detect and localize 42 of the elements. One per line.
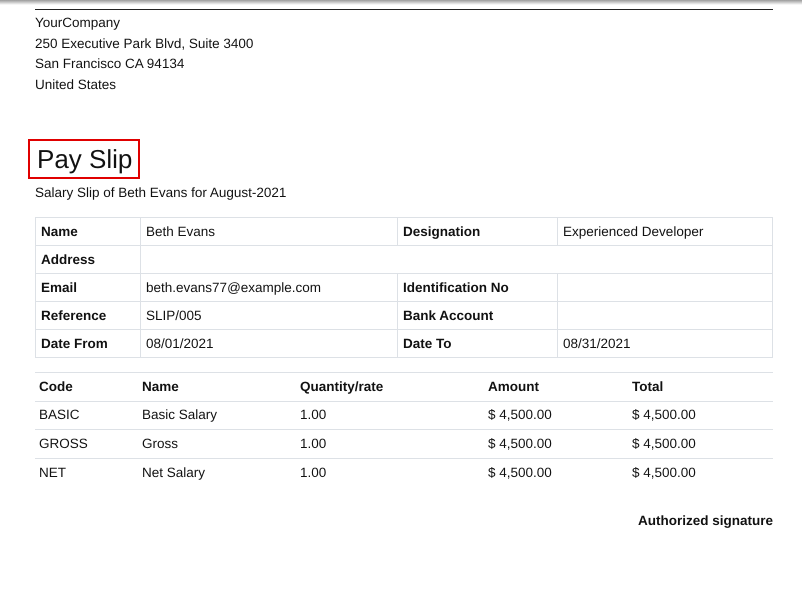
table-cell: NET [39,464,66,480]
table-cell: $ 4,500.00 [488,407,552,422]
table-cell: Gross [142,436,178,451]
table-cell: $ 4,500.00 [632,436,696,451]
field-value: beth.evans77@example.com [146,280,322,295]
field-label: Date From [41,336,108,351]
address-line: San Francisco CA 94134 [35,55,186,73]
column-header: Name [142,378,179,394]
table-cell: 1.00 [300,464,326,480]
table-cell: $ 4,500.00 [632,464,696,480]
company-name: YourCompany [35,14,122,32]
page-title: Pay Slip [28,139,140,179]
column-header: Total [632,378,664,394]
address-line: 250 Executive Park Blvd, Suite 3400 [35,34,254,52]
address-line: United States [35,76,118,94]
field-label: Reference [41,308,106,323]
column-header: Amount [488,378,539,394]
field-label: Date To [403,336,452,351]
field-value: 08/31/2021 [563,336,631,351]
field-value: Beth Evans [146,224,216,239]
field-value: 08/01/2021 [146,336,214,351]
column-header: Code [39,378,73,394]
table-cell: BASIC [39,407,80,422]
field-label: Email [41,280,78,295]
field-label: Name [41,224,78,239]
field-label: Designation [403,224,480,239]
table-cell: $ 4,500.00 [488,464,552,480]
field-value: Experienced Developer [563,224,704,239]
table-cell: 1.00 [300,407,326,422]
field-value: SLIP/005 [146,308,202,323]
table-cell: $ 4,500.00 [632,407,696,422]
signature-label: Authorized signature [636,512,773,530]
table-cell: $ 4,500.00 [488,436,552,451]
table-cell: 1.00 [300,436,326,451]
table-cell: GROSS [39,436,88,451]
field-label: Address [41,252,96,267]
table-cell: Net Salary [142,464,206,480]
subtitle: Salary Slip of Beth Evans for August-2021 [35,184,288,202]
field-label: Bank Account [403,308,494,323]
table-cell: Basic Salary [142,407,218,422]
column-header: Quantity/rate [300,378,384,394]
field-label: Identification No [403,280,509,295]
